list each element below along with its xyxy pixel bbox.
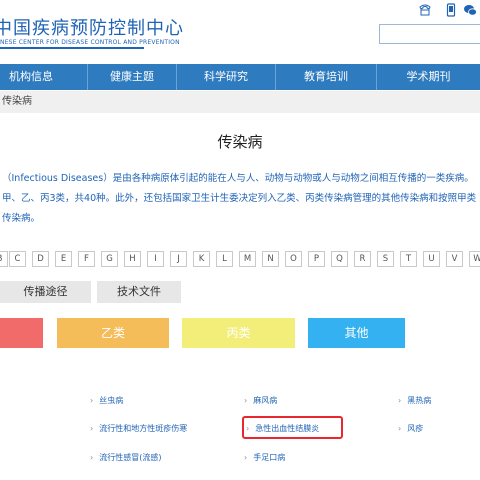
letter-index-item[interactable]: U (423, 251, 440, 267)
nav-item-journals[interactable]: 学术期刊 (377, 64, 480, 90)
intro-line-2: 甲、乙、丙3类，共40种。此外，还包括国家卫生计生委决定列入乙类、丙类传染病管理… (2, 193, 477, 204)
letter-index-item[interactable]: N (262, 251, 279, 267)
disease-name: 流行性和地方性斑疹伤寒 (99, 424, 188, 433)
highlight-box (242, 416, 343, 439)
category-class-c[interactable]: 丙类 (182, 318, 295, 348)
intro-line-1: （Infectious Diseases）是由各种病原体引起的能在人与人、动物与… (2, 173, 474, 184)
letter-index-item[interactable]: B (0, 251, 8, 267)
wechat-icon[interactable] (463, 3, 477, 17)
site-header: 中国疾病预防控制中心 NESE CENTER FOR DISEASE CONTR… (0, 0, 480, 64)
disease-link[interactable]: › 风疹 (398, 423, 423, 434)
disease-name: 手足口病 (253, 453, 286, 462)
disease-link[interactable]: › 黑热病 (398, 395, 431, 406)
breadcrumb: 传染病 (0, 91, 480, 113)
disease-name: 黑热病 (407, 396, 432, 405)
logo-underline (0, 47, 144, 49)
alphabet-index: B C D E F G H I J K L M N O P Q R S T U … (0, 251, 480, 267)
arrow-icon: › (90, 396, 94, 405)
tab-technical-documents[interactable]: 技术文件 (97, 281, 181, 303)
category-class-b[interactable]: 乙类 (57, 318, 169, 348)
letter-index-item[interactable]: I (147, 251, 164, 267)
letter-index-item[interactable]: S (377, 251, 394, 267)
letter-index-item[interactable]: E (55, 251, 72, 267)
intro-line-3: 传染病。 (2, 213, 41, 224)
nav-item-about[interactable]: 机构信息 (0, 64, 62, 90)
site-subtitle: NESE CENTER FOR DISEASE CONTROL AND PREV… (0, 39, 180, 46)
disease-name: 流行性感冒(流感) (99, 453, 162, 462)
disease-link[interactable]: › 丝虫病 (90, 395, 123, 406)
letter-index-item[interactable]: W (469, 251, 480, 267)
letter-index-item[interactable]: O (285, 251, 302, 267)
disease-link[interactable]: › 流行性感冒(流感) (90, 452, 161, 463)
letter-index-item[interactable]: V (446, 251, 463, 267)
disease-link[interactable]: › 手足口病 (244, 452, 285, 463)
page-title: 传染病 (217, 133, 263, 151)
letter-index-item[interactable]: K (193, 251, 210, 267)
nav-item-health[interactable]: 健康主题 (88, 64, 176, 90)
phone-icon[interactable] (418, 3, 432, 17)
search-input[interactable] (379, 24, 480, 44)
category-other[interactable]: 其他 (308, 318, 405, 348)
arrow-icon: › (398, 424, 402, 433)
letter-index-item[interactable]: J (170, 251, 187, 267)
letter-index-item[interactable]: Q (331, 251, 348, 267)
disease-link[interactable]: › 麻风病 (244, 395, 277, 406)
letter-index-item[interactable]: F (78, 251, 95, 267)
letter-index-item[interactable]: H (124, 251, 141, 267)
letter-index-item[interactable]: M (239, 251, 256, 267)
mobile-icon[interactable] (444, 3, 458, 17)
letter-index-item[interactable]: P (308, 251, 325, 267)
site-title[interactable]: 中国疾病预防控制中心 (0, 14, 184, 40)
nav-item-education[interactable]: 教育培训 (276, 64, 376, 90)
arrow-icon: › (244, 396, 248, 405)
arrow-icon: › (244, 453, 248, 462)
disease-name: 丝虫病 (99, 396, 124, 405)
disease-link[interactable]: › 流行性和地方性斑疹伤寒 (90, 423, 187, 434)
main-nav: 机构信息 健康主题 科学研究 教育培训 学术期刊 (0, 64, 480, 90)
letter-index-item[interactable]: T (400, 251, 417, 267)
breadcrumb-current[interactable]: 传染病 (2, 91, 32, 113)
letter-index-item[interactable]: D (32, 251, 49, 267)
letter-index-item[interactable]: C (9, 251, 26, 267)
disease-name: 风疹 (407, 424, 424, 433)
nav-item-research[interactable]: 科学研究 (177, 64, 275, 90)
letter-index-item[interactable]: G (101, 251, 118, 267)
letter-index-item[interactable]: L (216, 251, 233, 267)
category-class-a[interactable] (0, 318, 43, 348)
arrow-icon: › (90, 424, 94, 433)
disease-name: 麻风病 (253, 396, 278, 405)
arrow-icon: › (90, 453, 94, 462)
tab-transmission-route[interactable]: 传播途径 (0, 281, 91, 303)
letter-index-item[interactable]: R (354, 251, 371, 267)
arrow-icon: › (398, 396, 402, 405)
